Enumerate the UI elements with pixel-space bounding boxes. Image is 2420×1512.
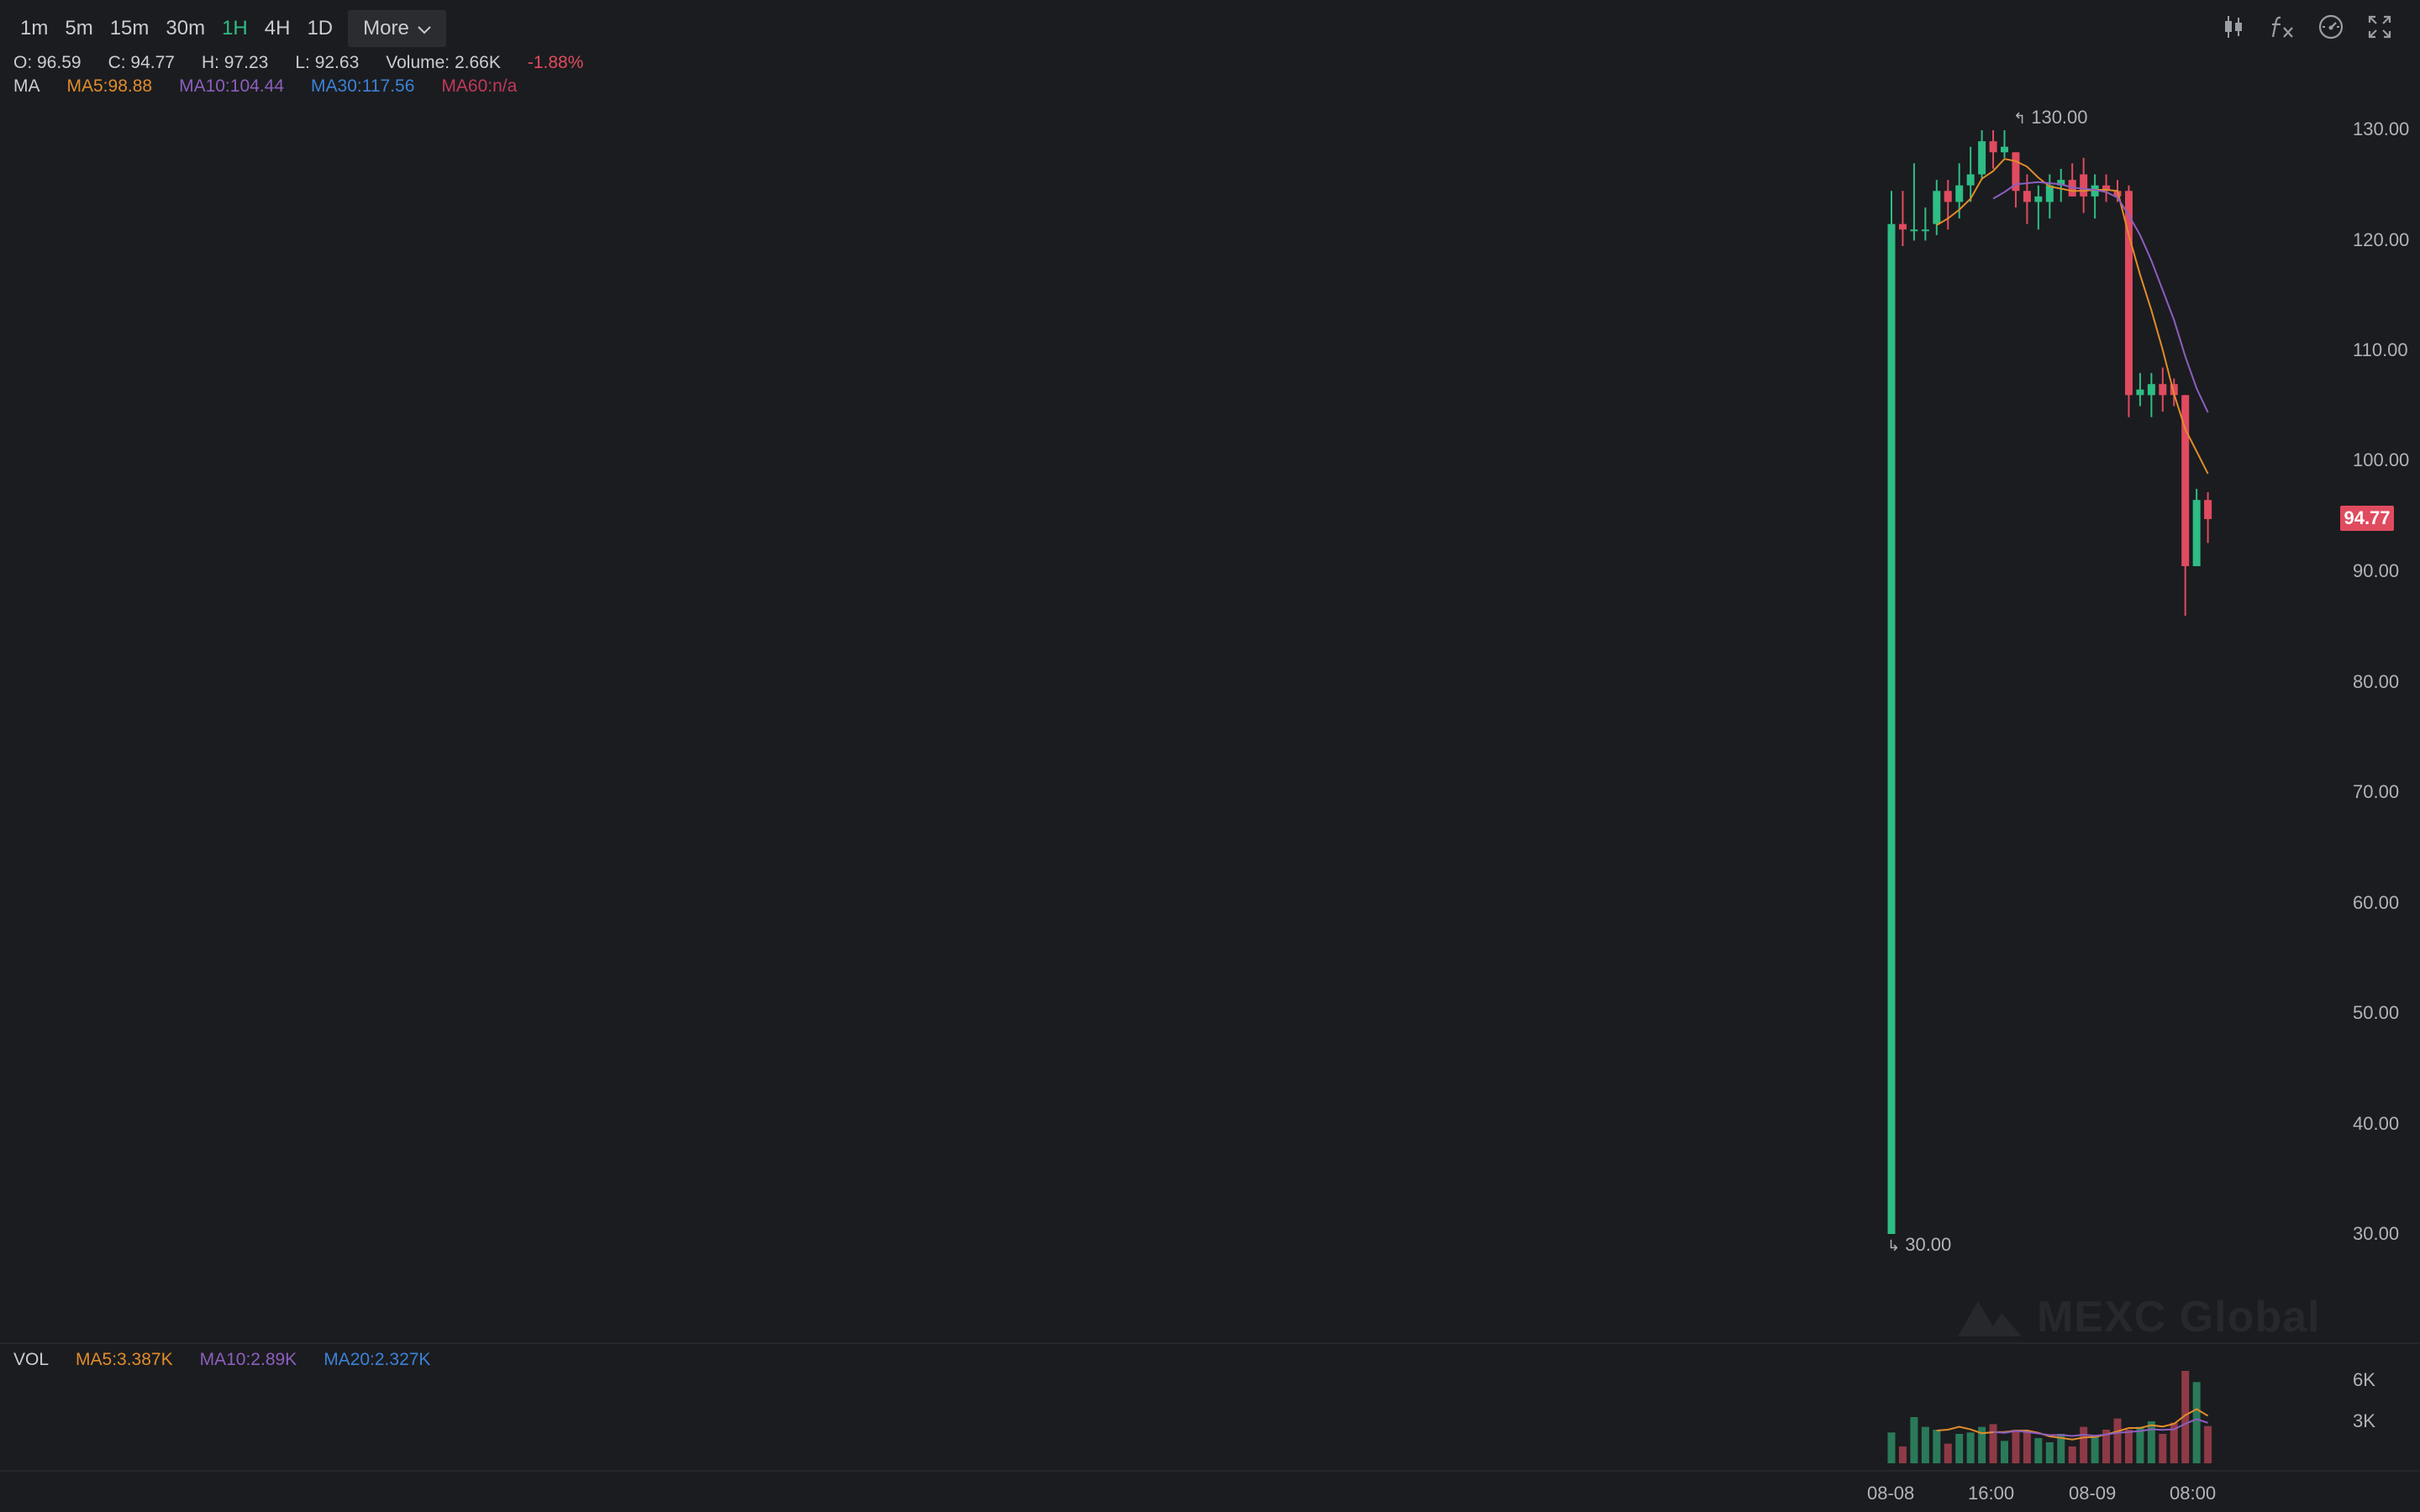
candle-body <box>1887 223 1896 1235</box>
volume-bar <box>2080 1426 2088 1463</box>
candle-body <box>1989 141 1997 153</box>
candle-body <box>2192 500 2201 567</box>
volume-bar <box>2045 1442 2054 1463</box>
volume-bar <box>2113 1418 2122 1463</box>
volume-bar <box>1944 1443 1952 1463</box>
volume-bar <box>1955 1434 1964 1463</box>
candle-body <box>1921 229 1929 232</box>
volume-bar <box>1989 1424 1997 1463</box>
volume-bar <box>2147 1421 2155 1463</box>
volume-bar <box>2091 1435 2099 1463</box>
volume-bar <box>2204 1425 2212 1463</box>
candle-body <box>2136 389 2144 396</box>
candle-body <box>1944 191 1952 202</box>
volume-bar <box>2023 1431 2031 1463</box>
volume-bar <box>2012 1430 2020 1463</box>
candle-body <box>2001 146 2008 153</box>
candle-body <box>2080 174 2088 197</box>
candle-body <box>1898 223 1907 230</box>
volume-bar <box>2159 1434 2167 1463</box>
candle-body <box>1910 229 1918 232</box>
volume-bar <box>2001 1441 2008 1463</box>
candle-body <box>1966 174 1975 186</box>
ma10-line <box>1992 181 2209 413</box>
ma5-line <box>1936 158 2209 475</box>
candle-body <box>1978 141 1986 175</box>
vol-ma5-line <box>1936 1408 2209 1441</box>
volume-bar <box>1921 1426 1929 1463</box>
candle-body <box>2147 384 2155 396</box>
candle-body <box>2023 191 2031 202</box>
price-chart[interactable] <box>0 0 2420 1512</box>
volume-bar <box>1910 1417 1918 1463</box>
candle-body <box>1955 185 1964 202</box>
volume-bar <box>2136 1426 2144 1463</box>
candle-body <box>2045 185 2054 202</box>
volume-bar <box>1887 1432 1896 1463</box>
volume-bar <box>2192 1382 2201 1463</box>
volume-bar <box>1933 1430 1941 1463</box>
candle-body <box>2159 384 2167 396</box>
volume-bar <box>1898 1446 1907 1463</box>
volume-bar <box>2068 1446 2076 1463</box>
volume-bar <box>1966 1432 1975 1463</box>
candle-body <box>2204 500 2212 519</box>
volume-bar <box>2124 1430 2133 1463</box>
candle-body <box>1933 191 1941 224</box>
volume-bar <box>2034 1438 2043 1463</box>
candle-body <box>2034 196 2043 202</box>
